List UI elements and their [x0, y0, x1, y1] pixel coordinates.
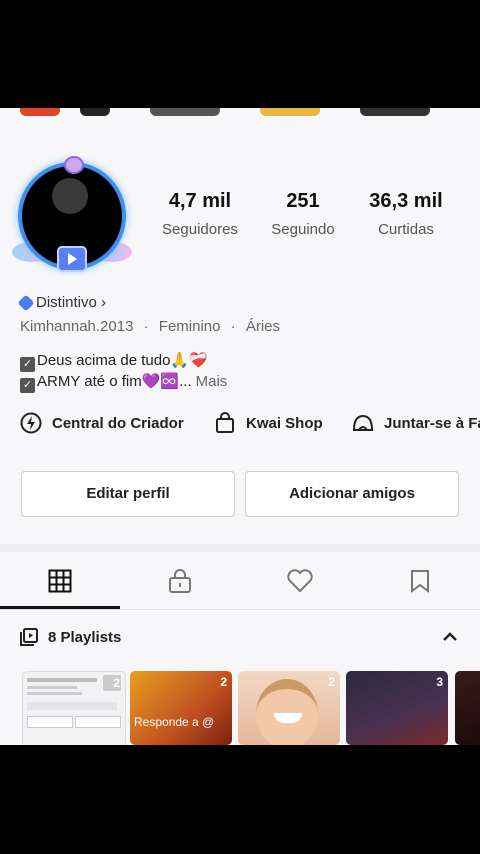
zodiac-sign: Áries	[245, 318, 281, 335]
likes-label: Curtidas	[378, 221, 434, 238]
playlist-thumb[interactable]	[455, 671, 480, 745]
profile-screen: 4,7 mil Seguidores 251 Seguindo 36,3 mil…	[0, 108, 480, 745]
add-friends-button[interactable]: Adicionar amigos	[245, 471, 459, 517]
checkbox-icon: ✓	[20, 378, 35, 393]
following-count: 251	[286, 190, 320, 212]
username: Kimhannah.2013	[20, 318, 134, 335]
bio-more-link[interactable]: Mais	[196, 373, 228, 390]
tab-private[interactable]	[120, 553, 240, 609]
bookmark-icon	[411, 570, 429, 593]
grid-icon	[48, 569, 72, 593]
lightning-icon	[20, 412, 42, 434]
heart-icon	[287, 569, 313, 593]
shopping-bag-icon	[216, 412, 234, 433]
bio: ✓ Deus acima de tudo🙏❤️‍🩹 ✓ ARMY até o fim…	[20, 351, 227, 393]
playlist-count: 2	[328, 675, 335, 689]
kwai-shop-shortcut[interactable]: Kwai Shop	[214, 412, 323, 434]
likes-stat[interactable]: 36,3 mil Curtidas	[356, 190, 456, 238]
playlist-thumb[interactable]: 2	[238, 671, 340, 745]
edit-profile-button[interactable]: Editar perfil	[21, 471, 235, 517]
playlist-count: 2	[113, 676, 120, 690]
likes-count: 36,3 mil	[369, 190, 443, 212]
tab-saved[interactable]	[360, 553, 480, 609]
section-divider	[0, 544, 480, 552]
info-separator: ·	[230, 318, 236, 335]
playlist-thumb[interactable]: 2 Responde a @	[130, 671, 232, 745]
lock-icon	[169, 569, 191, 593]
badge-link[interactable]: Distintivo ›	[17, 294, 107, 311]
playlist-thumb[interactable]: 2	[22, 671, 126, 745]
join-fanclub-label: Juntar-se à Fa	[384, 414, 480, 432]
playlist-thumb[interactable]: 3	[346, 671, 448, 745]
avatar-bow-decoration	[64, 156, 84, 174]
tab-posts[interactable]	[0, 553, 120, 609]
join-fanclub-shortcut[interactable]: Juntar-se à Fa	[352, 412, 480, 434]
following-stat[interactable]: 251 Seguindo	[253, 190, 353, 238]
gender: Feminino	[158, 318, 221, 335]
tab-liked[interactable]	[240, 553, 360, 609]
avatar[interactable]	[12, 156, 132, 276]
followers-stat[interactable]: 4,7 mil Seguidores	[150, 190, 250, 238]
info-separator: ·	[143, 318, 149, 335]
playlist-caption: Responde a @	[134, 715, 215, 729]
following-label: Seguindo	[271, 221, 335, 238]
playlists-header[interactable]: 8 Playlists	[20, 628, 121, 646]
content-tabs	[0, 553, 480, 609]
tab-divider	[0, 609, 480, 610]
creator-center-label: Central do Criador	[52, 414, 184, 432]
playlist-count: 3	[436, 675, 443, 689]
kwai-shop-label: Kwai Shop	[246, 414, 323, 432]
dome-icon	[352, 414, 374, 431]
badge-label: Distintivo ›	[36, 294, 107, 311]
bio-line-2: ARMY até o fim💜♾️...	[37, 373, 192, 390]
avatar-play-icon	[57, 246, 87, 272]
profile-banner	[0, 108, 480, 122]
chevron-up-icon[interactable]	[441, 630, 459, 644]
followers-label: Seguidores	[162, 221, 238, 238]
profile-info: Kimhannah.2013 · Feminino · Áries	[20, 318, 280, 335]
playlists-title: 8 Playlists	[48, 628, 122, 646]
bio-line-1: Deus acima de tudo🙏❤️‍🩹	[37, 352, 208, 369]
followers-count: 4,7 mil	[168, 190, 232, 212]
checkbox-icon: ✓	[20, 357, 35, 372]
creator-center-shortcut[interactable]: Central do Criador	[20, 412, 184, 434]
badge-icon	[17, 294, 35, 311]
playlist-count: 2	[220, 675, 227, 689]
playlist-icon	[20, 628, 38, 646]
